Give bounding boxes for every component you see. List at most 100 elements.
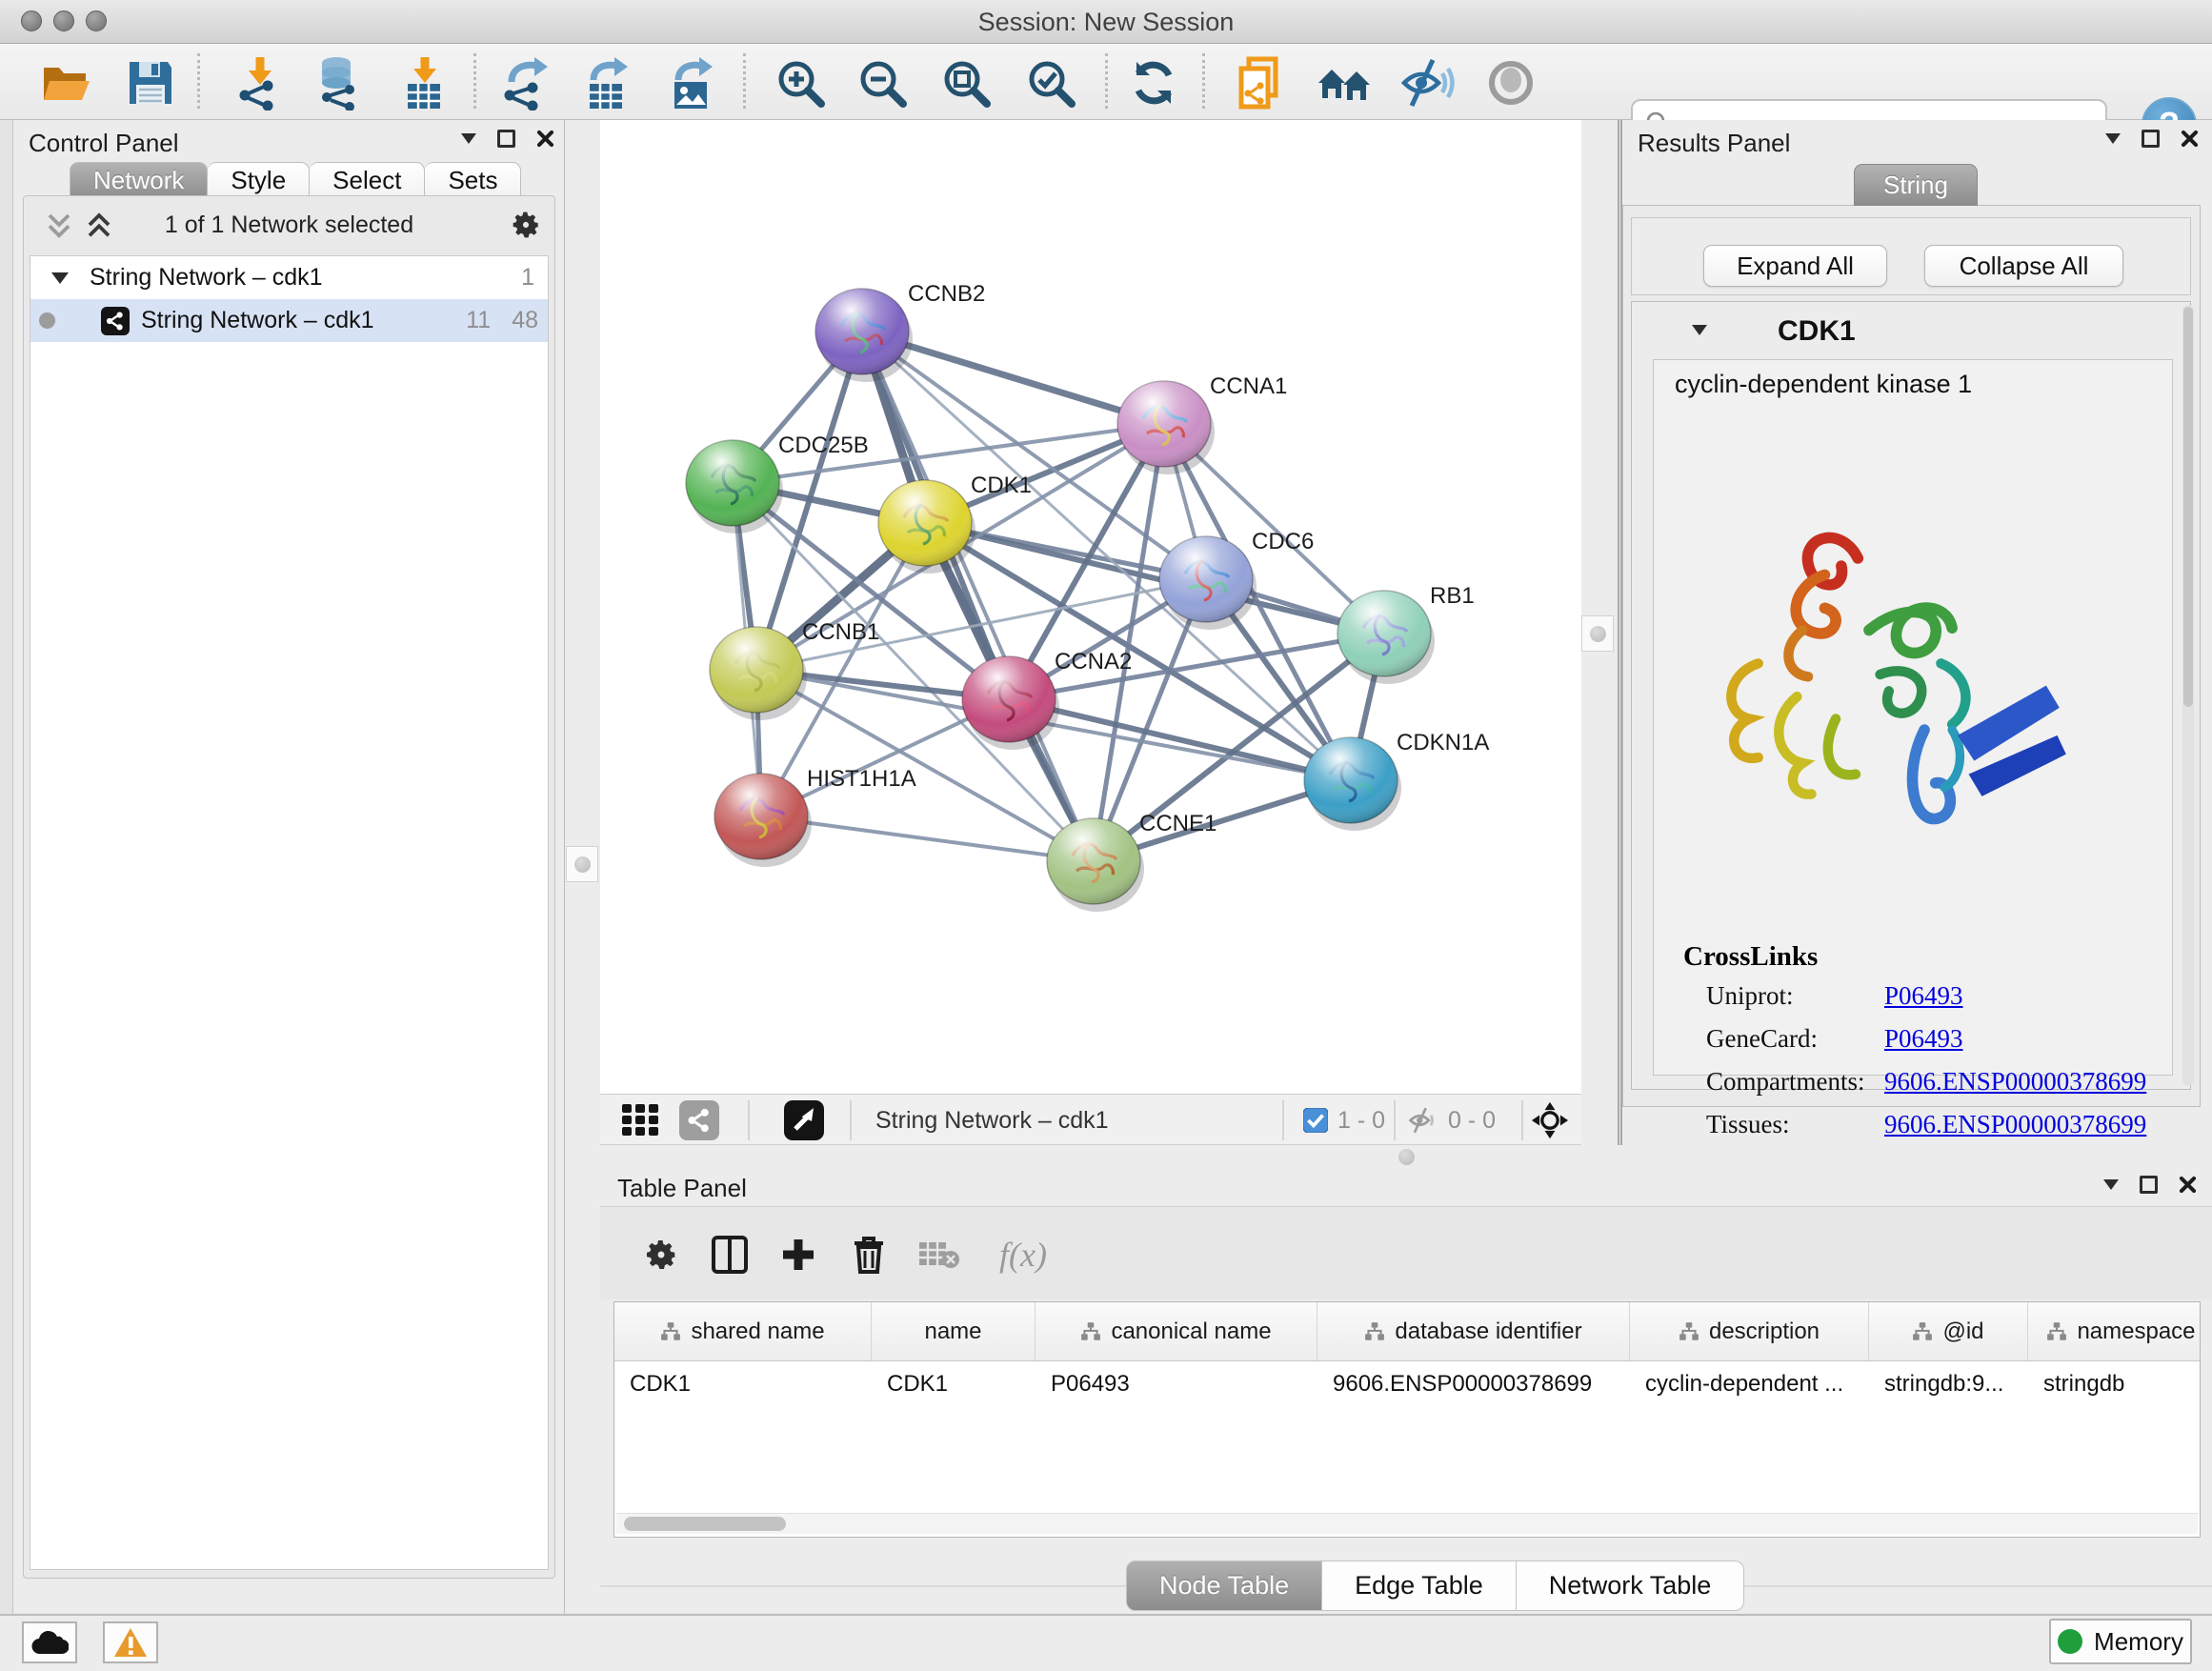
crosslinks-title: CrossLinks — [1683, 941, 1818, 973]
column-header-description[interactable]: description — [1630, 1302, 1869, 1360]
network-canvas[interactable]: CCNB2CCNA1CDC25BCDK1CDC6RB1CCNB1CCNA2CDK… — [600, 120, 1581, 1094]
panel-menu-icon[interactable] — [2103, 1179, 2119, 1190]
horizontal-splitter-handle[interactable] — [1398, 1149, 1415, 1165]
show-all-button[interactable] — [1480, 55, 1541, 111]
network-from-document-button[interactable] — [1229, 55, 1290, 111]
toolbar-separator — [1105, 53, 1108, 109]
float-panel-button[interactable] — [2142, 130, 2160, 148]
column-header-shared-name[interactable]: shared name — [614, 1302, 872, 1360]
tab-style[interactable]: Style — [208, 162, 310, 198]
section-expander-icon[interactable] — [1692, 325, 1707, 335]
table-hscrollbar-thumb[interactable] — [624, 1517, 786, 1531]
panel-menu-icon[interactable] — [2105, 133, 2121, 144]
tab-edge-table[interactable]: Edge Table — [1322, 1560, 1517, 1611]
export-table-button[interactable] — [576, 55, 637, 111]
tab-string[interactable]: String — [1854, 164, 1978, 206]
network-node-CCNA1[interactable]: CCNA1 — [1117, 373, 1287, 474]
gene-section-header[interactable]: CDK1 — [1632, 302, 2190, 357]
create-column-button[interactable] — [775, 1232, 821, 1278]
network-collection-row[interactable]: String Network – cdk1 1 — [30, 256, 548, 299]
delete-table-button[interactable] — [916, 1232, 962, 1278]
right-splitter-handle[interactable] — [1581, 615, 1614, 652]
column-header-name[interactable]: name — [872, 1302, 1036, 1360]
import-network-file-button[interactable] — [228, 55, 289, 111]
network-graph[interactable]: CCNB2CCNA1CDC25BCDK1CDC6RB1CCNB1CCNA2CDK… — [600, 120, 1581, 1094]
network-edge-CDK1-RB1[interactable] — [925, 523, 1384, 634]
memory-button[interactable]: Memory — [2049, 1619, 2192, 1664]
hide-selected-button[interactable] — [1398, 55, 1458, 111]
warnings-button[interactable] — [103, 1621, 158, 1663]
panel-menu-icon[interactable] — [461, 133, 476, 144]
crosslink-label: Compartments: — [1706, 1067, 1884, 1097]
close-panel-icon[interactable] — [2181, 130, 2199, 148]
tab-select[interactable]: Select — [310, 162, 425, 198]
tab-sets[interactable]: Sets — [425, 162, 521, 198]
table-row[interactable]: CDK1CDK1P064939606.ENSP00000378699cyclin… — [614, 1361, 2200, 1407]
close-panel-icon[interactable] — [2179, 1176, 2197, 1194]
refresh-button[interactable] — [1123, 55, 1184, 111]
left-splitter-handle[interactable] — [566, 846, 598, 882]
column-header-canonical-name[interactable]: canonical name — [1036, 1302, 1317, 1360]
right-splitter[interactable] — [1581, 120, 1618, 1145]
crosslink-link[interactable]: 9606.ENSP00000378699 — [1884, 1067, 2146, 1097]
delete-table-icon — [918, 1238, 960, 1271]
network-node-HIST1H1A[interactable]: HIST1H1A — [714, 766, 916, 867]
import-table-file-button[interactable] — [392, 55, 453, 111]
export-image-button[interactable] — [661, 55, 722, 111]
table-cell[interactable]: CDK1 — [872, 1361, 1036, 1407]
results-scrollbar-thumb[interactable] — [2183, 307, 2193, 707]
open-session-button[interactable] — [36, 55, 97, 111]
tree-expander-icon[interactable] — [51, 272, 69, 284]
save-session-button[interactable] — [120, 55, 181, 111]
network-options-gear-icon[interactable] — [511, 210, 541, 240]
birdseye-view-icon[interactable] — [784, 1100, 824, 1140]
network-node-CCNB2[interactable]: CCNB2 — [815, 281, 985, 382]
tab-network[interactable]: Network — [70, 162, 208, 198]
table-cell[interactable]: cyclin-dependent ... — [1630, 1361, 1869, 1407]
table-cell[interactable]: stringdb:9... — [1869, 1361, 2028, 1407]
zoom-out-button[interactable] — [852, 55, 913, 111]
network-row-selected[interactable]: String Network – cdk1 11 48 — [30, 299, 548, 342]
network-node-CDKN1A[interactable]: CDKN1A — [1304, 730, 1489, 831]
zoom-in-button[interactable] — [770, 55, 831, 111]
table-cell[interactable]: P06493 — [1036, 1361, 1317, 1407]
table-cell[interactable]: stringdb — [2028, 1361, 2212, 1407]
column-header-database-identifier[interactable]: database identifier — [1317, 1302, 1630, 1360]
zoom-fit-button[interactable] — [935, 55, 996, 111]
main-toolbar: ? — [0, 44, 2212, 120]
tab-network-table[interactable]: Network Table — [1517, 1560, 1745, 1611]
zoom-selected-button[interactable] — [1020, 55, 1081, 111]
import-network-database-button[interactable] — [308, 55, 369, 111]
crosslink-link[interactable]: P06493 — [1884, 1024, 1963, 1054]
selected-checkbox-icon[interactable] — [1303, 1108, 1328, 1133]
function-builder-button[interactable]: f(x) — [985, 1232, 1061, 1278]
network-view-icon[interactable] — [679, 1100, 719, 1140]
fit-selected-crosshair-icon[interactable] — [1531, 1101, 1569, 1139]
network-node-CDK1[interactable]: CDK1 — [878, 473, 1032, 574]
table-cell[interactable]: 9606.ENSP00000378699 — [1317, 1361, 1630, 1407]
results-scrollbar[interactable] — [2182, 305, 2194, 1086]
table-hscrollbar[interactable] — [616, 1513, 2198, 1534]
expand-all-button[interactable]: Expand All — [1703, 245, 1887, 287]
export-network-button[interactable] — [494, 55, 555, 111]
close-panel-icon[interactable] — [536, 130, 554, 148]
network-node-CCNE1[interactable]: CCNE1 — [1047, 811, 1217, 912]
delete-column-button[interactable] — [846, 1232, 892, 1278]
column-header-namespace[interactable]: namespace — [2028, 1302, 2212, 1360]
crosslink-link[interactable]: P06493 — [1884, 981, 1963, 1011]
left-splitter[interactable] — [565, 120, 600, 1614]
first-neighbors-button[interactable] — [1315, 55, 1376, 111]
cloud-status-button[interactable] — [22, 1621, 77, 1663]
float-panel-button[interactable] — [2140, 1176, 2158, 1194]
column-header--id[interactable]: @id — [1869, 1302, 2028, 1360]
network-node-CDC6[interactable]: CDC6 — [1159, 529, 1314, 630]
grid-view-icon[interactable] — [620, 1102, 670, 1138]
table-settings-button[interactable] — [638, 1232, 684, 1278]
float-panel-button[interactable] — [497, 130, 515, 148]
tab-node-table[interactable]: Node Table — [1126, 1560, 1322, 1611]
network-node-RB1[interactable]: RB1 — [1337, 583, 1475, 684]
crosslink-link[interactable]: 9606.ENSP00000378699 — [1884, 1110, 2146, 1139]
collapse-all-button[interactable]: Collapse All — [1924, 245, 2123, 287]
show-columns-button[interactable] — [707, 1232, 753, 1278]
table-cell[interactable]: CDK1 — [614, 1361, 872, 1407]
